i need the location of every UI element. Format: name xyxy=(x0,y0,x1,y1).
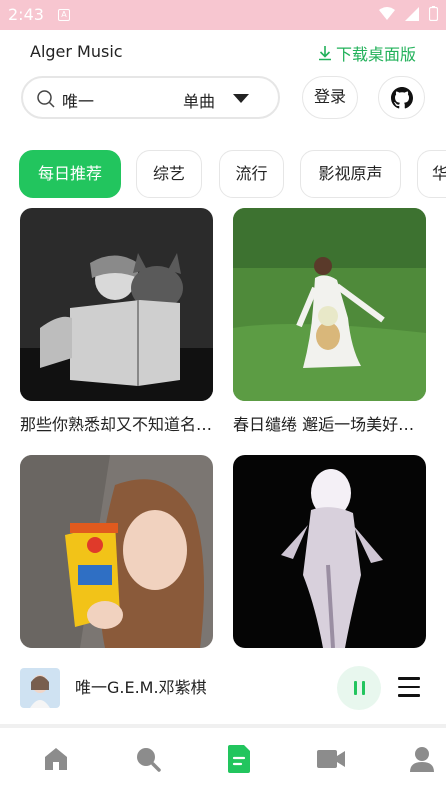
search-icon xyxy=(137,748,161,772)
pause-icon-bar xyxy=(361,681,365,695)
download-icon xyxy=(318,46,331,61)
tag-chinese[interactable]: 华 xyxy=(417,150,446,198)
nav-profile[interactable] xyxy=(407,744,437,774)
status-time: 2:43 xyxy=(8,5,44,24)
login-button[interactable]: 登录 xyxy=(302,76,358,119)
nav-home[interactable] xyxy=(41,744,71,774)
wifi-icon xyxy=(379,6,395,20)
tag-soundtrack[interactable]: 影视原声 xyxy=(300,150,401,198)
tag-daily-recommend[interactable]: 每日推荐 xyxy=(19,150,121,198)
battery-icon xyxy=(429,6,438,21)
tag-variety[interactable]: 综艺 xyxy=(136,150,202,198)
download-desktop-link[interactable]: 下载桌面版 xyxy=(318,41,416,65)
download-label: 下载桌面版 xyxy=(335,45,416,64)
search-input[interactable]: 唯一 xyxy=(62,88,94,112)
user-icon xyxy=(410,747,434,772)
github-button[interactable] xyxy=(378,76,425,119)
video-icon xyxy=(317,750,345,768)
signal-icon xyxy=(405,6,419,21)
app-notification-icon: A xyxy=(58,9,70,21)
pause-button[interactable] xyxy=(337,666,381,710)
player-song-title: 唯一G.E.M.邓紫棋 xyxy=(75,678,207,697)
playlist-menu-button[interactable] xyxy=(398,677,420,697)
menu-icon-line xyxy=(398,685,420,688)
playlist-cover[interactable] xyxy=(20,455,213,648)
nav-playlist[interactable] xyxy=(224,744,254,774)
playlist-cover[interactable] xyxy=(233,208,426,401)
menu-icon-line xyxy=(398,677,420,680)
search-type-select[interactable]: 单曲 xyxy=(183,88,215,112)
mini-player[interactable]: 唯一G.E.M.邓紫棋 xyxy=(0,660,446,720)
chevron-down-icon[interactable] xyxy=(233,94,249,104)
category-tags: 每日推荐 综艺 流行 影视原声 华 xyxy=(19,150,446,198)
playlist-title: 春日缱绻 邂逅一场美好的相遇 xyxy=(233,415,426,434)
status-indicators xyxy=(379,6,438,21)
playlist-icon xyxy=(228,745,250,773)
playlist-cover[interactable] xyxy=(20,208,213,401)
player-cover[interactable] xyxy=(20,668,60,708)
search-icon xyxy=(37,90,55,108)
github-icon xyxy=(390,86,413,108)
playlist-card[interactable] xyxy=(233,455,426,658)
tag-pop[interactable]: 流行 xyxy=(219,150,284,198)
playlist-card[interactable]: 那些你熟悉却又不知道名字的歌 xyxy=(20,208,213,435)
playlist-cover[interactable] xyxy=(233,455,426,648)
playlist-card[interactable]: 春日缱绻 邂逅一场美好的相遇 xyxy=(233,208,426,435)
nav-video[interactable] xyxy=(316,744,346,774)
playlist-title: 那些你熟悉却又不知道名字的歌 xyxy=(20,415,213,434)
playlist-card[interactable] xyxy=(20,455,213,658)
search-box[interactable]: 唯一 单曲 xyxy=(21,76,280,119)
app-title: Alger Music xyxy=(30,42,123,61)
pause-icon xyxy=(353,681,357,695)
status-bar: 2:43 A xyxy=(0,0,446,30)
nav-search[interactable] xyxy=(133,744,163,774)
bottom-nav xyxy=(0,728,446,792)
home-icon xyxy=(45,748,67,770)
menu-icon-line xyxy=(398,694,420,697)
